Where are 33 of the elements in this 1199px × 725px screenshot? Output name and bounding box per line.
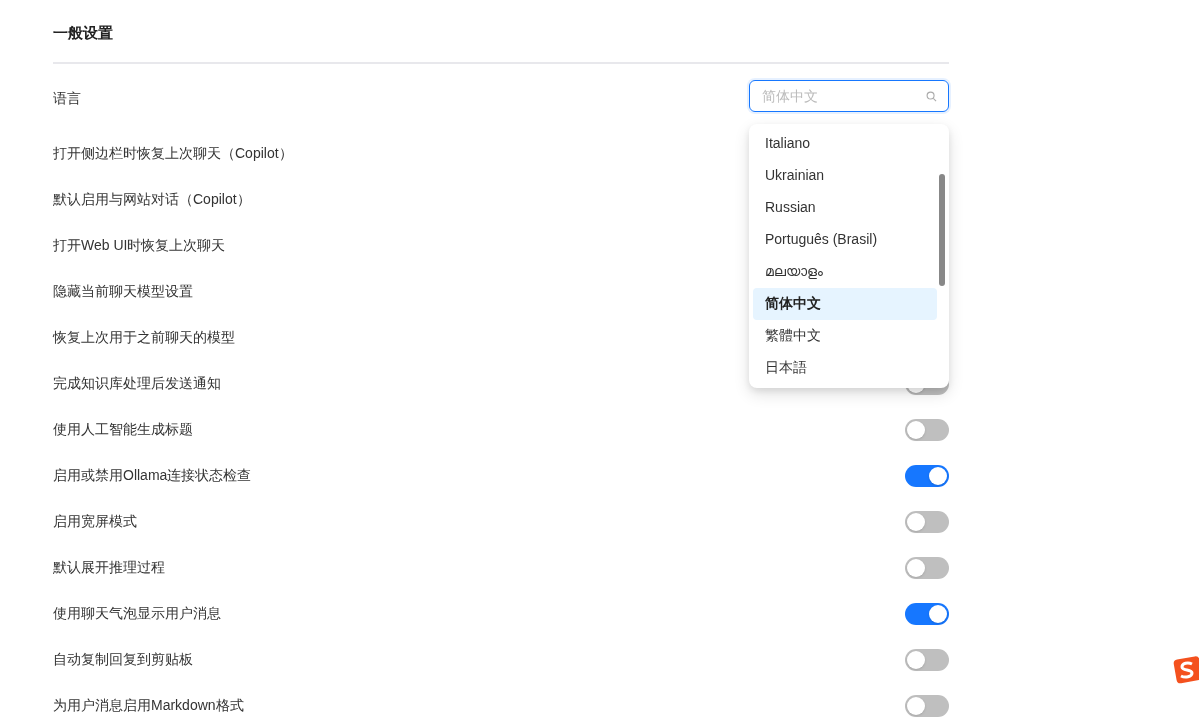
setting-label: 恢复上次用于之前聊天的模型 — [53, 328, 235, 347]
setting-label: 打开侧边栏时恢复上次聊天（Copilot） — [53, 144, 293, 163]
toggle-switch[interactable] — [905, 418, 949, 441]
toggle-switch[interactable] — [905, 510, 949, 533]
setting-label: 启用或禁用Ollama连接状态检查 — [53, 466, 252, 485]
setting-label: 隐藏当前聊天模型设置 — [53, 282, 193, 301]
toggle-switch[interactable] — [905, 602, 949, 625]
setting-label: 自动复制回复到剪贴板 — [53, 650, 193, 669]
language-option[interactable]: Ukrainian — [753, 159, 937, 192]
toggle-switch[interactable] — [905, 556, 949, 579]
language-option[interactable]: Russian — [753, 191, 937, 224]
language-option[interactable]: 繁體中文 — [753, 319, 937, 352]
language-option[interactable]: 简体中文 — [753, 287, 937, 320]
toggle-switch[interactable] — [905, 694, 949, 717]
setting-label: 完成知识库处理后发送通知 — [53, 374, 221, 393]
language-option[interactable]: Português (Brasil) — [753, 223, 937, 256]
language-option[interactable]: മലയാളം — [753, 255, 937, 288]
search-field[interactable]: 简体中文 — [749, 79, 949, 112]
setting-label: 使用聊天气泡显示用户消息 — [53, 604, 221, 623]
setting-label: 启用宽屏模式 — [53, 512, 137, 531]
setting-label: 语言 — [53, 88, 81, 108]
toggle-switch[interactable] — [905, 464, 949, 487]
section-title: 一般设置 — [53, 23, 114, 43]
language-option[interactable]: Italiano — [753, 127, 937, 160]
search-icon — [926, 90, 937, 102]
scrollbar[interactable] — [939, 173, 945, 286]
setting-label: 默认启用与网站对话（Copilot） — [53, 190, 251, 209]
setting-label: 打开Web UI时恢复上次聊天 — [53, 236, 226, 255]
setting-label: 默认展开推理过程 — [53, 558, 165, 577]
setting-label: 使用人工智能生成标题 — [53, 420, 193, 439]
toggle-switch[interactable] — [905, 648, 949, 671]
setting-label: 为用户消息启用Markdown格式 — [53, 696, 244, 715]
language-option[interactable]: 日本語 — [753, 351, 937, 384]
